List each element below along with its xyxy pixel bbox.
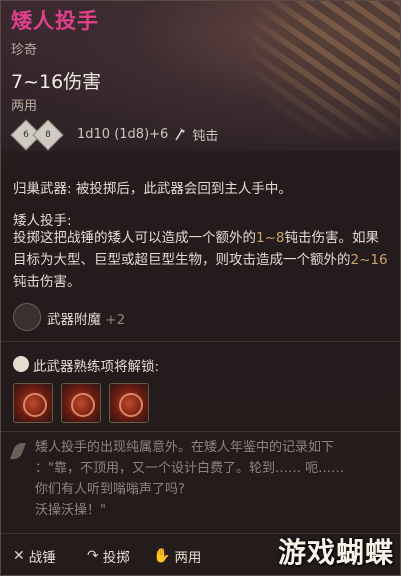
ability-title: 矮人投手:: [13, 213, 72, 229]
hands-tag: ✋ 两用: [153, 548, 202, 566]
damage-type: 钝击: [192, 128, 219, 144]
ability-description: 投掷这把战锤的矮人可以造成一个额外的1~8钝击伤害。如果目标为大型、巨型或超巨型…: [13, 230, 388, 290]
proficiency-skill-3[interactable]: [109, 383, 149, 423]
crossed-weapons-icon: ✕: [13, 548, 25, 564]
throw-tag: ↷ 投掷: [87, 548, 130, 566]
divider: [1, 341, 400, 342]
item-tooltip: 矮人投手 珍奇 7~16伤害 两用 6 8 1d10 (1d8)+6 钝击 归巢…: [0, 0, 401, 576]
homing-text: : 被投掷后，此武器会回到主人手中。: [67, 181, 292, 197]
tooltip-header: 矮人投手 珍奇 7~16伤害 两用 6 8 1d10 (1d8)+6 钝击: [1, 1, 400, 151]
item-handedness: 两用: [11, 99, 38, 114]
enchantment-icon: [13, 303, 41, 331]
item-damage: 7~16伤害: [11, 71, 102, 93]
enchantment-value: +2: [105, 312, 126, 328]
tooltip-body: 归巢武器: 被投掷后，此武器会回到主人手中。 矮人投手: 投掷这把战锤的矮人可以…: [1, 153, 400, 575]
unlock-icon: [13, 356, 29, 372]
enchantment-label: 武器附魔: [47, 312, 101, 328]
flavor-text: 矮人投手的出现纯属意外。在矮人年鉴中的记录如下 ："靠，不顶用，又一个设计白费了…: [35, 440, 345, 518]
item-name: 矮人投手: [11, 9, 99, 33]
damage-dice-row: 6 8 1d10 (1d8)+6 钝击: [10, 119, 219, 151]
enchantment-line: 武器附魔 +2: [47, 308, 125, 328]
proficiency-skill-1[interactable]: [13, 383, 53, 423]
proficiency-skill-2[interactable]: [61, 383, 101, 423]
item-rarity: 珍奇: [11, 43, 38, 58]
hand-icon: ✋: [153, 548, 171, 564]
watermark: 游戏蝴蝶: [277, 536, 394, 569]
homing-passive: 归巢武器: 被投掷后，此武器会回到主人手中。: [13, 177, 292, 197]
proficiency-label: 此武器熟练项将解锁:: [33, 359, 160, 375]
feather-icon: [10, 443, 26, 459]
throw-arc-icon: ↷: [87, 548, 99, 564]
divider: [1, 431, 400, 432]
dice-icon: 6 8: [10, 119, 71, 151]
homing-label: 归巢武器: [13, 181, 67, 197]
bludgeon-icon: [175, 128, 186, 141]
weapon-type-tag: ✕ 战锤: [13, 548, 56, 566]
damage-formula: 1d10 (1d8)+6: [77, 126, 169, 142]
item-artwork: [250, 1, 400, 141]
die-2-label: 8: [45, 130, 51, 140]
